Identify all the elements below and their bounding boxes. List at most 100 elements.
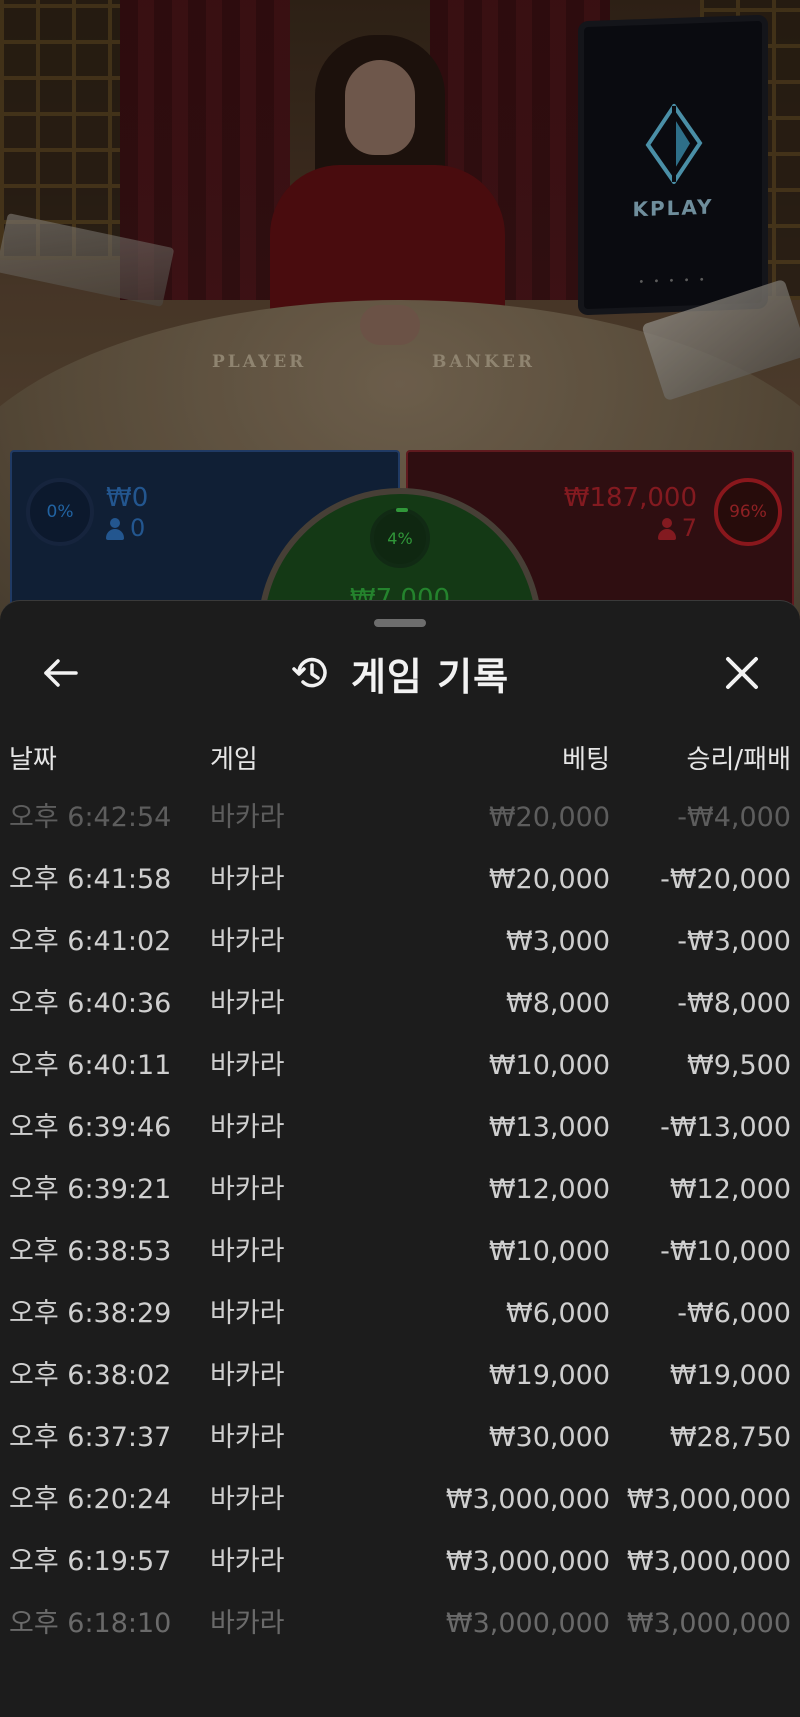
banker-count-value: 7: [681, 514, 697, 542]
row-game: 바카라: [210, 864, 285, 895]
row-bet: ₩10,000: [488, 1050, 610, 1081]
monitor-dots: • • • • •: [638, 274, 708, 289]
table-header: 날짜 게임 베팅 승리/패배: [0, 739, 800, 779]
banker-percent: 96%: [729, 502, 767, 522]
table-row[interactable]: 오후 6:38:53 바카라 ₩10,000 -₩10,000: [0, 1235, 800, 1297]
drag-handle[interactable]: [374, 619, 426, 627]
row-game: 바카라: [210, 1112, 285, 1143]
table-row[interactable]: 오후 6:19:57 바카라 ₩3,000,000 ₩3,000,000: [0, 1545, 800, 1607]
row-result: ₩9,500: [687, 1050, 791, 1081]
player-bettor-count: 0: [106, 514, 145, 542]
game-history-sheet: 게임 기록 날짜 게임 베팅 승리/패배 오후 6:42:54 바카라 ₩20,00…: [0, 600, 800, 1717]
row-time: 오후 6:39:21: [9, 1174, 172, 1205]
header-game: 게임: [210, 745, 258, 775]
player-percent-ring: 0%: [26, 478, 94, 546]
row-bet: ₩3,000,000: [445, 1546, 610, 1577]
tie-percent-ring: 4%: [370, 508, 430, 568]
row-bet: ₩8,000: [506, 988, 610, 1019]
row-game: 바카라: [210, 1236, 285, 1267]
live-video: KPLAY • • • • • PLAYER BANKER 0% ₩0 0 96…: [0, 0, 800, 640]
row-result: ₩3,000,000: [626, 1484, 791, 1515]
row-bet: ₩19,000: [488, 1360, 610, 1391]
table-row[interactable]: 오후 6:20:24 바카라 ₩3,000,000 ₩3,000,000: [0, 1483, 800, 1545]
close-icon[interactable]: [720, 651, 764, 695]
header-bet: 베팅: [562, 745, 610, 775]
table-row[interactable]: 오후 6:40:11 바카라 ₩10,000 ₩9,500: [0, 1049, 800, 1111]
row-time: 오후 6:41:58: [9, 864, 172, 895]
row-game: 바카라: [210, 1484, 285, 1515]
felt-banker-label: BANKER: [432, 352, 535, 372]
person-icon: [106, 518, 124, 540]
monitor-brand: KPLAY: [632, 194, 714, 222]
row-bet: ₩20,000: [488, 802, 610, 833]
row-result: -₩6,000: [677, 1298, 791, 1329]
row-bet: ₩3,000,000: [445, 1608, 610, 1639]
table-row[interactable]: 오후 6:38:29 바카라 ₩6,000 -₩6,000: [0, 1297, 800, 1359]
sheet-header: 게임 기록: [0, 645, 800, 701]
row-bet: ₩30,000: [488, 1422, 610, 1453]
row-game: 바카라: [210, 1546, 285, 1577]
header-date: 날짜: [9, 745, 57, 775]
row-game: 바카라: [210, 1360, 285, 1391]
row-time: 오후 6:41:02: [9, 926, 172, 957]
row-result: -₩20,000: [660, 864, 791, 895]
banker-percent-ring: 96%: [714, 478, 782, 546]
kplay-logo-icon: [645, 102, 703, 186]
row-time: 오후 6:38:29: [9, 1298, 172, 1329]
header-result: 승리/패배: [686, 745, 791, 775]
table-row[interactable]: 오후 6:37:37 바카라 ₩30,000 ₩28,750: [0, 1421, 800, 1483]
page-title: 게임 기록: [350, 654, 510, 699]
table-row[interactable]: 오후 6:39:46 바카라 ₩13,000 -₩13,000: [0, 1111, 800, 1173]
list-fade: [0, 1665, 800, 1717]
row-time: 오후 6:37:37: [9, 1422, 172, 1453]
table-monitor: KPLAY • • • • •: [578, 14, 768, 316]
banker-bettor-count: 7: [657, 514, 697, 542]
dealer-hands: [360, 305, 420, 345]
row-bet: ₩12,000: [488, 1174, 610, 1205]
row-bet: ₩3,000,000: [445, 1484, 610, 1515]
player-total-amount: ₩0: [106, 483, 149, 513]
row-game: 바카라: [210, 802, 285, 833]
row-time: 오후 6:38:53: [9, 1236, 172, 1267]
row-bet: ₩10,000: [488, 1236, 610, 1267]
row-result: ₩28,750: [669, 1422, 791, 1453]
row-time: 오후 6:38:02: [9, 1360, 172, 1391]
player-count-value: 0: [130, 514, 146, 542]
history-list[interactable]: 오후 6:42:54 바카라 ₩20,000 -₩4,000 오후 6:41:58 바카라…: [0, 801, 800, 1669]
tie-percent: 4%: [387, 528, 413, 548]
row-time: 오후 6:39:46: [9, 1112, 172, 1143]
table-row[interactable]: 오후 6:42:54 바카라 ₩20,000 -₩4,000: [0, 801, 800, 863]
row-time: 오후 6:42:54: [9, 802, 172, 833]
row-time: 오후 6:19:57: [9, 1546, 172, 1577]
row-game: 바카라: [210, 1050, 285, 1081]
felt-player-label: PLAYER: [212, 352, 307, 372]
row-game: 바카라: [210, 1422, 285, 1453]
table-row[interactable]: 오후 6:18:10 바카라 ₩3,000,000 ₩3,000,000: [0, 1607, 800, 1669]
row-bet: ₩13,000: [488, 1112, 610, 1143]
row-result: ₩3,000,000: [626, 1546, 791, 1577]
table-row[interactable]: 오후 6:41:02 바카라 ₩3,000 -₩3,000: [0, 925, 800, 987]
row-game: 바카라: [210, 926, 285, 957]
player-percent: 0%: [46, 502, 74, 522]
row-time: 오후 6:40:11: [9, 1050, 172, 1081]
banker-total-amount: ₩187,000: [563, 483, 697, 513]
row-result: -₩13,000: [660, 1112, 791, 1143]
row-game: 바카라: [210, 1608, 285, 1639]
row-game: 바카라: [210, 1298, 285, 1329]
row-game: 바카라: [210, 1174, 285, 1205]
row-bet: ₩6,000: [506, 1298, 610, 1329]
table-row[interactable]: 오후 6:39:21 바카라 ₩12,000 ₩12,000: [0, 1173, 800, 1235]
table-row[interactable]: 오후 6:40:36 바카라 ₩8,000 -₩8,000: [0, 987, 800, 1049]
table-row[interactable]: 오후 6:38:02 바카라 ₩19,000 ₩19,000: [0, 1359, 800, 1421]
row-game: 바카라: [210, 988, 285, 1019]
table-row[interactable]: 오후 6:41:58 바카라 ₩20,000 -₩20,000: [0, 863, 800, 925]
row-bet: ₩3,000: [506, 926, 610, 957]
row-result: ₩19,000: [669, 1360, 791, 1391]
row-time: 오후 6:40:36: [9, 988, 172, 1019]
dealer-face: [345, 60, 415, 155]
row-result: -₩3,000: [677, 926, 791, 957]
history-icon: [292, 657, 327, 688]
row-result: -₩8,000: [677, 988, 791, 1019]
row-time: 오후 6:20:24: [9, 1484, 172, 1515]
row-bet: ₩20,000: [488, 864, 610, 895]
